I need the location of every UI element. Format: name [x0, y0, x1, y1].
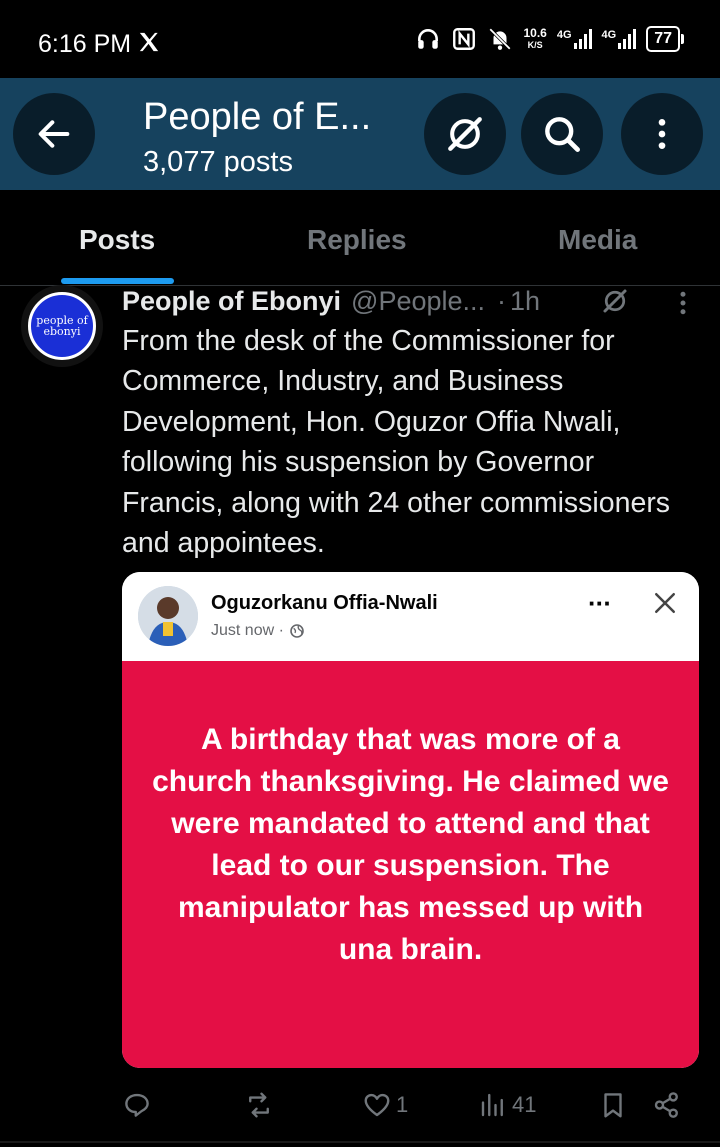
embedded-status-body: A birthday that was more of a church tha… — [122, 661, 699, 1068]
bottom-divider — [0, 1141, 720, 1143]
signal-bars-icon — [573, 29, 592, 49]
bookmark-button[interactable] — [598, 1090, 628, 1120]
author-name[interactable]: People of Ebonyi — [122, 286, 341, 317]
signal-1-label: 4G — [556, 29, 572, 41]
post-header: People of Ebonyi @People... · 1h — [122, 283, 540, 319]
signal-1: 4G — [557, 29, 592, 49]
views-button[interactable]: 41 — [478, 1090, 536, 1120]
embedded-status-text: A birthday that was more of a church tha… — [152, 722, 669, 966]
embedded-avatar — [138, 586, 198, 646]
repost-button[interactable] — [244, 1090, 278, 1120]
reply-icon — [125, 1093, 149, 1117]
embedded-more-icon: ··· — [588, 588, 612, 618]
bookmark-icon — [604, 1093, 622, 1118]
heart-icon — [364, 1093, 390, 1117]
x-logo-icon — [139, 32, 159, 52]
separator-dot: · — [497, 285, 507, 316]
embedded-header: Oguzorkanu Offia-Nwali Just now · ··· — [122, 572, 699, 661]
network-speed: 10.6 K/S — [523, 27, 546, 51]
post-time[interactable]: 1h — [510, 286, 540, 317]
arrow-left-icon — [38, 120, 70, 148]
profile-name: People of E... — [143, 96, 372, 138]
reply-button[interactable] — [122, 1090, 156, 1120]
post-count: 3,077 posts — [143, 146, 293, 178]
embedded-time: Just now · — [211, 622, 284, 639]
network-speed-unit: K/S — [527, 40, 543, 50]
repost-icon — [249, 1092, 269, 1118]
tab-replies[interactable]: Replies — [307, 224, 407, 256]
post-image[interactable]: Oguzorkanu Offia-Nwali Just now · ··· A … — [122, 572, 699, 1068]
battery-level: 77 — [646, 26, 680, 52]
post-text: From the desk of the Commissioner for Co… — [122, 325, 671, 560]
embedded-time-row: Just now · — [211, 622, 305, 640]
profile-tabs: Posts Replies Media — [0, 190, 720, 286]
signal-2-label: 4G — [601, 29, 617, 41]
avatar-text-2: ebonyi — [43, 325, 81, 338]
back-button[interactable] — [13, 93, 95, 175]
grok-icon[interactable] — [600, 286, 630, 316]
headset-icon — [418, 29, 439, 49]
close-icon — [655, 593, 675, 613]
status-time: 6:16 PM — [38, 30, 132, 58]
search-icon — [545, 117, 580, 152]
profile-header: People of E... 3,077 posts — [0, 78, 720, 190]
search-button[interactable] — [521, 93, 603, 175]
battery-icon: 77 — [646, 26, 684, 52]
like-button[interactable]: 1 — [362, 1090, 408, 1120]
post-actions: 1 41 — [0, 1086, 720, 1130]
globe-icon — [290, 624, 304, 638]
tab-posts[interactable]: Posts — [79, 224, 155, 256]
tab-media[interactable]: Media — [558, 224, 637, 256]
author-avatar[interactable]: people of ebonyi — [21, 285, 103, 367]
status-bar: 6:16 PM 10.6 K/S 4G 4G 77 — [0, 0, 720, 78]
signal-bars-icon — [618, 29, 637, 49]
share-button[interactable] — [652, 1090, 682, 1120]
nfc-icon — [453, 28, 476, 50]
views-chart-icon — [481, 1093, 503, 1117]
views-count: 41 — [512, 1092, 537, 1117]
grok-icon — [448, 117, 482, 151]
embedded-name: Oguzorkanu Offia-Nwali — [211, 592, 438, 614]
signal-2: 4G — [602, 29, 637, 49]
more-vertical-icon — [658, 119, 666, 149]
mute-bell-icon — [489, 28, 512, 50]
like-count: 1 — [396, 1092, 409, 1117]
author-handle[interactable]: @People... — [351, 286, 485, 317]
network-speed-value: 10.6 — [523, 26, 547, 40]
share-icon — [654, 1092, 678, 1118]
post-more-icon[interactable] — [668, 288, 698, 318]
more-options-button[interactable] — [621, 93, 703, 175]
grok-button[interactable] — [424, 93, 506, 175]
